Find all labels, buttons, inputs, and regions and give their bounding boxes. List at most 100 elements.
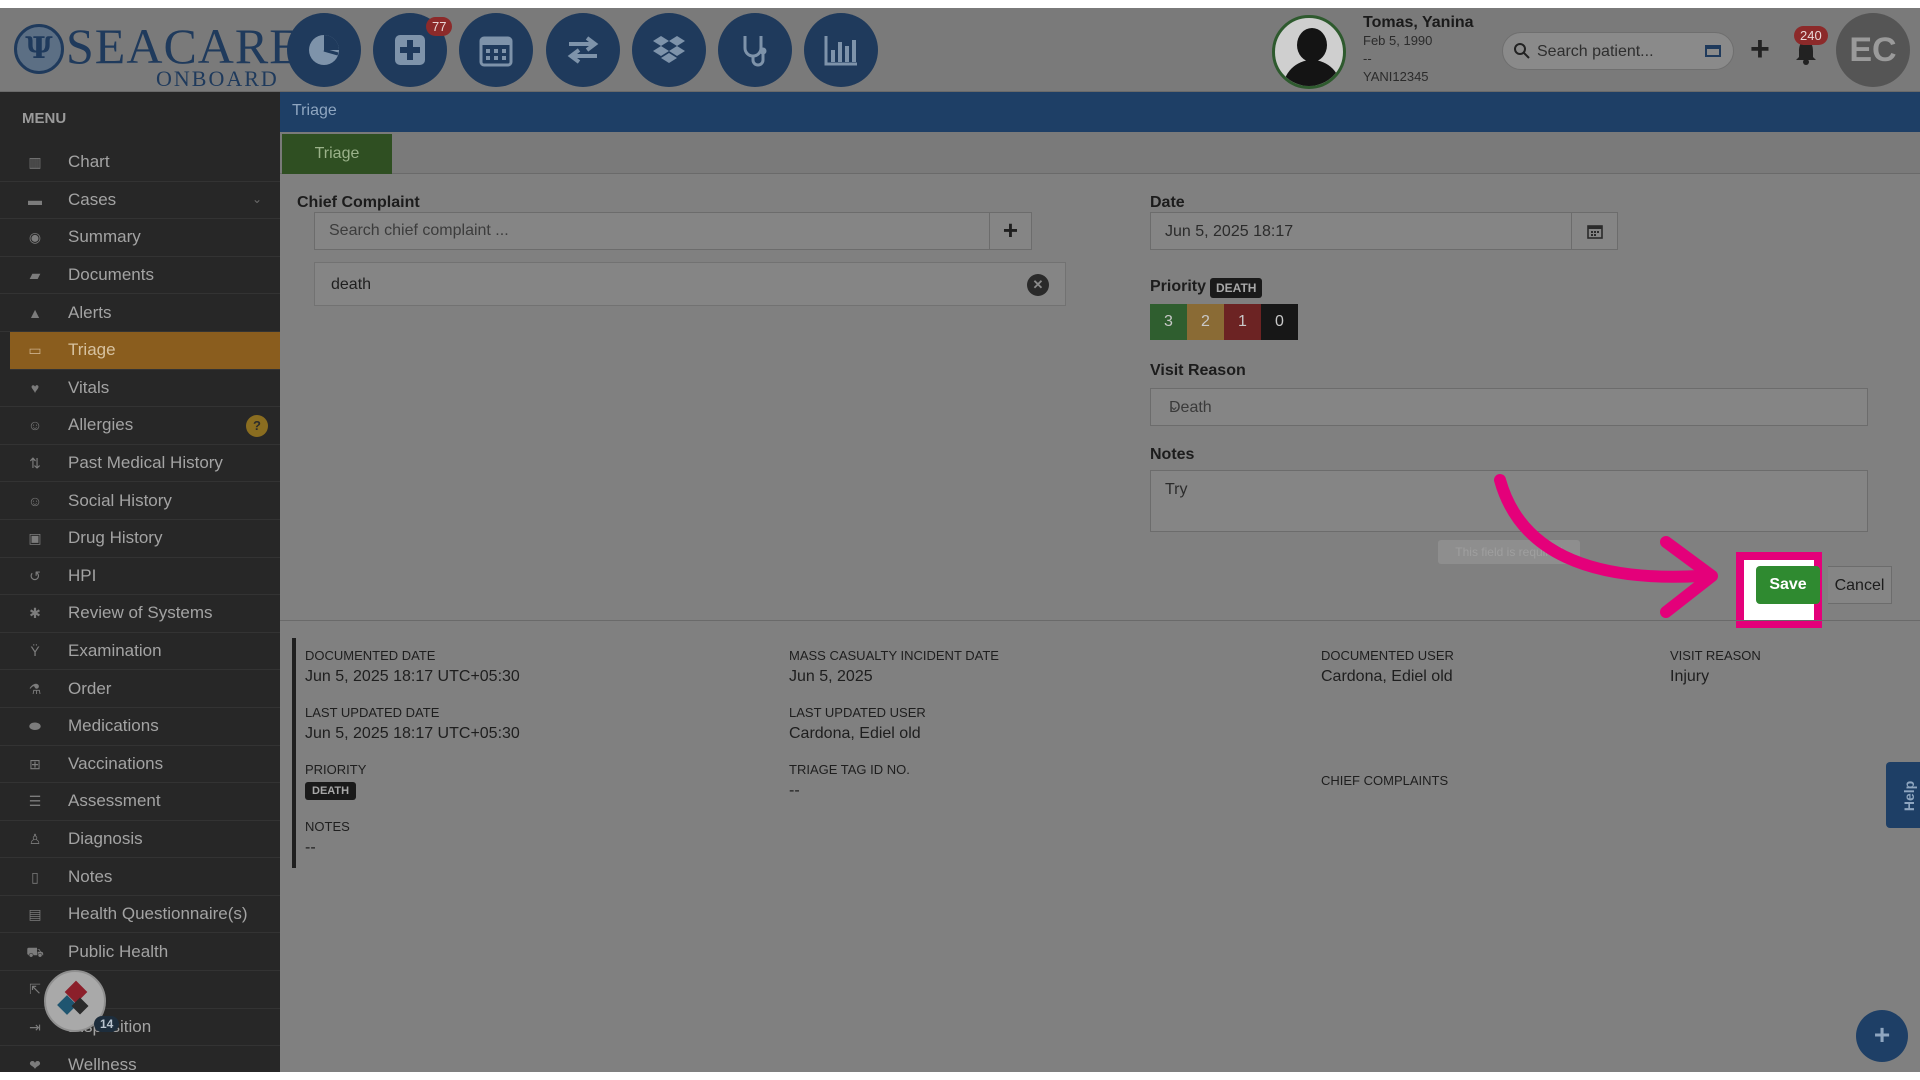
stethoscope-icon: Ϋ xyxy=(30,643,40,660)
sidebar-item-hpi[interactable]: ↺ HPI xyxy=(0,558,280,596)
id-card-icon[interactable] xyxy=(1705,45,1721,57)
save-button[interactable]: Save xyxy=(1756,566,1820,604)
sidebar-item-chart[interactable]: ▥ Chart xyxy=(0,144,280,182)
allergies-badge: ? xyxy=(246,415,268,438)
last-updated-user-label: LAST UPDATED USER xyxy=(789,705,926,720)
sidebar-item-disposition[interactable]: ⇥Disposition xyxy=(0,1009,280,1047)
user-avatar[interactable]: EC xyxy=(1836,13,1910,87)
smile-icon: ☺ xyxy=(27,417,43,434)
patient-search[interactable] xyxy=(1502,32,1734,70)
sidebar-item-public-health[interactable]: ⛟ Public Health xyxy=(0,933,280,972)
patient-id: YANI12345 xyxy=(1363,69,1429,84)
sidebar-item-wellness[interactable]: ❤ Wellness xyxy=(0,1046,280,1072)
sidebar-item-label: HPI xyxy=(68,565,97,585)
chief-complaint-input[interactable] xyxy=(329,222,969,240)
sidebar-item-label: Medications xyxy=(68,716,159,736)
breadcrumb: Triage xyxy=(292,102,337,119)
chief-complaints-detail-label: CHIEF COMPLAINTS xyxy=(1321,773,1449,788)
sidebar-item-label: Alerts xyxy=(68,302,112,322)
menu-list: ▥ Chart ▬ Cases ⌄ ◉ Summary ▰ Documents ▲ Alerts ▭ T… xyxy=(0,144,280,1072)
sidebar-item-rals[interactable]: ⇱rals xyxy=(0,971,280,1009)
plus-square-icon: ⊞ xyxy=(29,755,41,772)
sidebar-item-label: Documents xyxy=(68,265,154,285)
stethoscope-icon[interactable] xyxy=(718,13,792,87)
sidebar-item-summary[interactable]: ◉ Summary xyxy=(0,219,280,257)
sidebar-item-review-of-systems[interactable]: ✱ Review of Systems xyxy=(0,595,280,633)
patient-info: Tomas, Yanina Feb 5, 1990 -- YANI12345 xyxy=(1363,14,1474,86)
sidebar-item-allergies[interactable]: ☺ Allergies? xyxy=(0,407,280,445)
visit-reason-detail-label: VISIT REASON xyxy=(1670,648,1761,663)
visit-reason-select[interactable]: Death ⌄ xyxy=(1150,388,1868,426)
patient-search-input[interactable] xyxy=(1537,41,1697,63)
priority-option-1[interactable]: 1 xyxy=(1224,304,1261,340)
sidebar-menu: MENU ▥ Chart ▬ Cases ⌄ ◉ Summary ▰ Documents ▲ Ale… xyxy=(0,92,280,1072)
sidebar-item-cases[interactable]: ▬ Cases ⌄ xyxy=(0,182,280,220)
remove-complaint-icon[interactable]: ✕ xyxy=(1027,274,1049,296)
sidebar-item-diagnosis[interactable]: ♙ Diagnosis xyxy=(0,821,280,859)
sidebar-item-label: Assessment xyxy=(68,791,161,811)
main-content: Triage Triage Chief Complaint + death ✕ … xyxy=(280,92,1920,1072)
triage-tag-label: TRIAGE TAG ID NO. xyxy=(789,762,910,777)
dropbox-icon[interactable] xyxy=(632,13,706,87)
last-updated-date-value: Jun 5, 2025 18:17 UTC+05:30 xyxy=(305,725,520,742)
annotation-arrow-icon xyxy=(1494,474,1718,618)
sidebar-item-past-medical-history[interactable]: ⇅ Past Medical History xyxy=(0,445,280,483)
sidebar-item-vaccinations[interactable]: ⊞ Vaccinations xyxy=(0,746,280,784)
cancel-button[interactable]: Cancel xyxy=(1828,566,1892,604)
sidebar-item-medications[interactable]: ⬬ Medications xyxy=(0,708,280,746)
floating-app-launcher[interactable]: 14 xyxy=(44,970,120,1032)
tab-triage[interactable]: Triage xyxy=(282,134,392,174)
patient-avatar[interactable] xyxy=(1272,15,1346,89)
file-icon: ▯ xyxy=(31,868,39,885)
sidebar-item-drug-history[interactable]: ▣ Drug History xyxy=(0,520,280,558)
help-tab[interactable]: Help xyxy=(1886,762,1920,828)
priority-option-2[interactable]: 2 xyxy=(1187,304,1224,340)
transfer-icon[interactable] xyxy=(546,13,620,87)
chief-complaint-item: death ✕ xyxy=(314,262,1066,306)
sidebar-item-documents[interactable]: ▰ Documents xyxy=(0,257,280,295)
add-complaint-button[interactable]: + xyxy=(989,213,1031,249)
chief-complaint-search[interactable]: + xyxy=(314,212,1032,250)
chief-complaint-text: death xyxy=(331,276,372,293)
avatar-body xyxy=(1283,60,1341,86)
sidebar-item-assessment[interactable]: ☰ Assessment xyxy=(0,783,280,821)
sidebar-item-social-history[interactable]: ☺ Social History xyxy=(0,482,280,520)
add-case-badge: 77 xyxy=(426,17,453,36)
add-icon[interactable]: + xyxy=(1750,32,1778,66)
priority-option-3[interactable]: 3 xyxy=(1150,304,1187,340)
sidebar-item-vitals[interactable]: ♥ Vitals xyxy=(0,370,280,408)
sidebar-item-label: Vitals xyxy=(68,377,110,397)
smile-icon: ☺ xyxy=(27,492,43,509)
sidebar-item-label: Triage xyxy=(68,340,116,360)
sidebar-item-label: Drug History xyxy=(68,528,163,548)
last-updated-date-label: LAST UPDATED DATE xyxy=(305,705,440,720)
tab-strip: Triage xyxy=(280,132,1920,174)
logo-subtext: ONBOARD xyxy=(156,66,279,91)
chevron-down-icon[interactable]: ⌄ xyxy=(252,192,262,206)
seacare-logo[interactable]: Ψ SEACARE ONBOARD xyxy=(14,16,300,91)
medkit-icon: ▣ xyxy=(28,530,42,547)
sidebar-item-label: Past Medical History xyxy=(68,453,223,473)
sidebar-item-health-questionnaire-s[interactable]: ▤ Health Questionnaire(s) xyxy=(0,896,280,934)
sidebar-item-label: Order xyxy=(68,678,112,698)
sort-icon: ⇅ xyxy=(29,455,41,472)
sidebar-item-alerts[interactable]: ▲ Alerts xyxy=(0,294,280,332)
sidebar-item-notes[interactable]: ▯ Notes xyxy=(0,858,280,896)
priority-option-0[interactable]: 0 xyxy=(1261,304,1298,340)
patient-name: Tomas, Yanina xyxy=(1363,14,1474,31)
user-md-icon: ♙ xyxy=(28,830,42,847)
notes-detail-value: -- xyxy=(305,839,316,856)
sidebar-item-label: Chart xyxy=(68,152,110,172)
dashboard-icon[interactable] xyxy=(287,13,361,87)
floating-add-button[interactable]: + xyxy=(1856,1010,1908,1062)
date-value: Jun 5, 2025 18:17 xyxy=(1165,223,1294,240)
sidebar-item-label: Wellness xyxy=(68,1054,137,1072)
sidebar-item-examination[interactable]: Ϋ Examination xyxy=(0,633,280,671)
documented-date-label: DOCUMENTED DATE xyxy=(305,648,436,663)
calendar-icon[interactable] xyxy=(459,13,533,87)
sidebar-item-triage[interactable]: ▭ Triage xyxy=(10,331,280,370)
calendar-picker-icon[interactable] xyxy=(1571,213,1617,249)
reports-icon[interactable] xyxy=(804,13,878,87)
date-field[interactable]: Jun 5, 2025 18:17 xyxy=(1150,212,1618,250)
sidebar-item-order[interactable]: ⚗ Order xyxy=(0,670,280,708)
